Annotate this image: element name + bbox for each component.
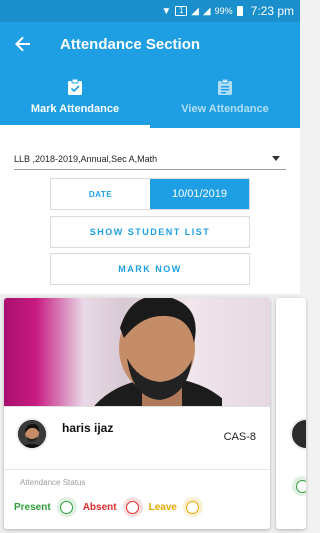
radio-ring — [126, 500, 140, 514]
present-radio[interactable] — [56, 497, 77, 517]
attendance-status-heading: Attendance Status — [20, 478, 86, 487]
app-bar: Attendance Section — [0, 22, 300, 66]
student-name: haris ijaz — [62, 421, 114, 435]
chevron-down-icon — [272, 156, 280, 161]
status-divider — [4, 469, 270, 470]
date-label: DATE — [51, 179, 150, 209]
mark-now-button[interactable]: MARK NOW — [50, 253, 250, 285]
course-selection-value: LLB ,2018-2019,Annual,Sec A,Math — [14, 153, 158, 164]
person-photo-image — [94, 298, 222, 406]
course-dropdown[interactable]: LLB ,2018-2019,Annual,Sec A,Math — [14, 148, 286, 170]
absent-label: Absent — [82, 501, 117, 513]
date-picker[interactable]: DATE 10/01/2019 — [50, 178, 250, 210]
next-student-card[interactable] — [276, 298, 306, 529]
tab-bar: Mark Attendance View Attendance — [0, 66, 300, 128]
radio-ring — [186, 500, 200, 514]
student-card: haris ijaz CAS-8 Attendance Status Prese… — [4, 298, 270, 529]
leave-radio[interactable] — [182, 497, 203, 517]
battery-level: 99% — [214, 6, 233, 16]
show-student-list-button[interactable]: SHOW STUDENT LIST — [50, 216, 250, 248]
radio-ring — [60, 500, 74, 514]
avatar — [16, 418, 48, 450]
tab-mark-attendance[interactable]: Mark Attendance — [0, 66, 150, 128]
student-card-list[interactable]: haris ijaz CAS-8 Attendance Status Prese… — [0, 294, 306, 533]
signal-icon-2: ◢ — [202, 5, 211, 17]
tab-view-attendance-label: View Attendance — [181, 103, 269, 115]
tab-mark-attendance-label: Mark Attendance — [30, 103, 120, 115]
page-title: Attendance Section — [60, 35, 201, 53]
avatar — [290, 418, 306, 450]
clipboard-check-icon — [68, 79, 82, 95]
radio-ring — [295, 479, 306, 493]
clock: 7:23 pm — [250, 4, 294, 18]
present-radio[interactable] — [292, 476, 306, 496]
leave-label: Leave — [148, 501, 177, 513]
tab-view-attendance[interactable]: View Attendance — [150, 66, 300, 128]
main-content: LLB ,2018-2019,Annual,Sec A,Math DATE 10… — [0, 128, 306, 533]
student-photo — [4, 298, 270, 406]
signal-icon: ◢ — [191, 5, 199, 17]
arrow-left-icon — [15, 36, 30, 52]
present-label: Present — [14, 501, 51, 513]
battery-icon — [236, 6, 243, 16]
roll-number: CAS-8 — [223, 431, 256, 443]
clipboard-list-icon — [218, 79, 232, 95]
date-value[interactable]: 10/01/2019 — [150, 179, 249, 209]
absent-radio[interactable] — [122, 497, 143, 517]
attendance-status-options: Present Absent Leave — [14, 496, 264, 518]
card-divider — [4, 406, 270, 407]
sim-icon: 1 — [175, 6, 188, 16]
back-button[interactable] — [0, 22, 46, 66]
status-bar: ▼ 1 ◢ ◢ 99% 7:23 pm — [0, 0, 300, 22]
wifi-icon: ▼ — [161, 5, 172, 17]
avatar-image — [18, 420, 46, 448]
